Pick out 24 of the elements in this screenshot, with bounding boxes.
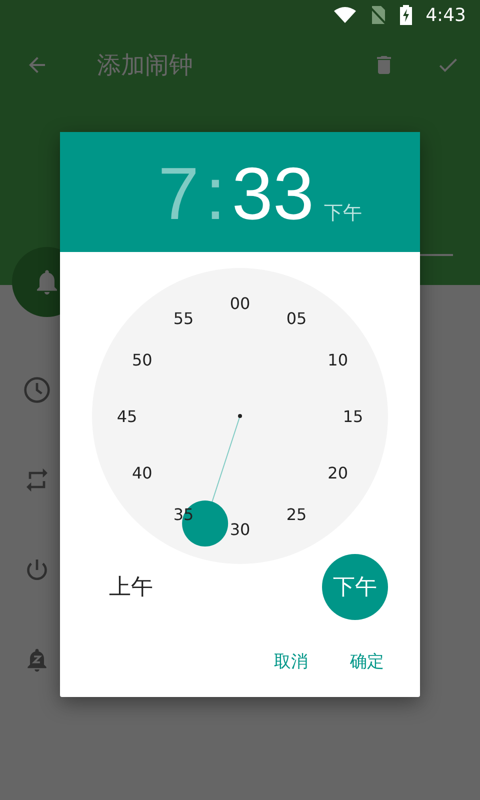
minute-display[interactable]: 33 [232, 154, 314, 234]
status-time: 4:43 [426, 4, 466, 26]
no-sim-icon [370, 6, 386, 24]
clock-icon [23, 376, 51, 404]
toolbar-title: 添加闹钟 [97, 50, 194, 81]
period-option[interactable]: 上午 [98, 554, 164, 620]
dial-number[interactable]: 45 [116, 407, 138, 426]
dialog-button[interactable]: 确定 [344, 642, 390, 681]
dial-number[interactable]: 20 [328, 464, 348, 482]
clock-face[interactable] [92, 268, 388, 564]
dial-number[interactable]: 25 [286, 504, 307, 524]
dial-number[interactable]: 05 [286, 309, 307, 328]
dial-number[interactable]: 10 [328, 350, 348, 370]
dial-number[interactable]: 30 [230, 520, 250, 539]
wifi-icon [334, 7, 356, 23]
dial-number[interactable]: 15 [342, 407, 364, 426]
time-separator: : [205, 154, 226, 234]
dial-number[interactable]: 00 [230, 294, 250, 313]
dial-number[interactable]: 55 [173, 309, 194, 328]
period-option[interactable]: 下午 [322, 554, 388, 620]
battery-charging-icon [400, 5, 412, 25]
dial-number[interactable]: 50 [132, 350, 152, 370]
dial-number[interactable]: 40 [132, 464, 152, 482]
dialog-button[interactable]: 取消 [268, 642, 314, 681]
